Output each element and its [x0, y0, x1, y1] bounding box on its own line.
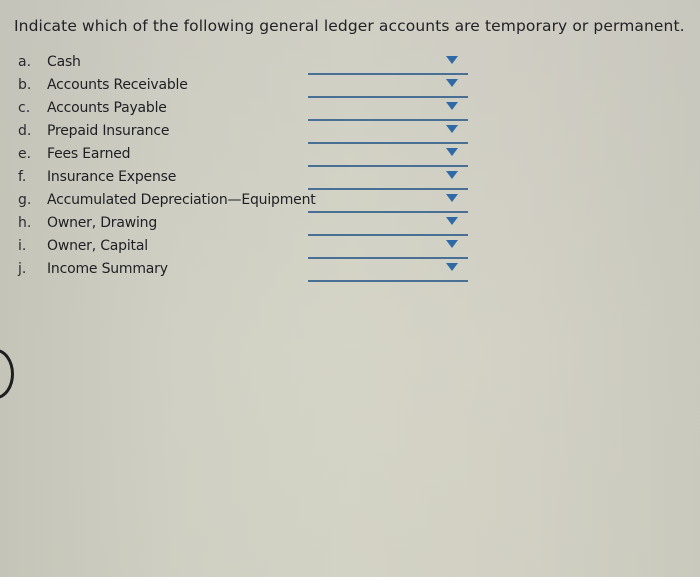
classification-dropdown-e[interactable]	[308, 145, 468, 167]
account-row-f: f. Insurance Expense	[0, 168, 700, 191]
classification-dropdown-c[interactable]	[308, 99, 468, 121]
account-name: Owner, Capital	[47, 238, 148, 254]
dropdown-underline	[308, 165, 468, 167]
account-row-e: e. Fees Earned	[0, 145, 700, 168]
classification-dropdown-i[interactable]	[308, 237, 468, 259]
item-letter: g.	[18, 192, 32, 208]
classification-dropdown-f[interactable]	[308, 168, 468, 190]
item-letter: f.	[18, 169, 27, 185]
classification-dropdown-g[interactable]	[308, 191, 468, 213]
item-letter: d.	[18, 123, 32, 139]
account-row-i: i. Owner, Capital	[0, 237, 700, 260]
account-row-d: d. Prepaid Insurance	[0, 122, 700, 145]
account-row-g: g. Accumulated Depreciation—Equipment	[0, 191, 700, 214]
triangle-down-icon[interactable]	[446, 217, 458, 225]
classification-dropdown-b[interactable]	[308, 76, 468, 98]
item-letter: e.	[18, 146, 32, 162]
account-name: Accounts Receivable	[47, 77, 188, 93]
triangle-down-icon[interactable]	[446, 240, 458, 248]
triangle-down-icon[interactable]	[446, 102, 458, 110]
dropdown-underline	[308, 211, 468, 213]
item-letter: b.	[18, 77, 32, 93]
triangle-down-icon[interactable]	[446, 56, 458, 64]
account-name: Fees Earned	[47, 146, 131, 162]
account-name: Accounts Payable	[47, 100, 167, 116]
item-letter: j.	[18, 261, 27, 277]
triangle-down-icon[interactable]	[446, 171, 458, 179]
triangle-down-icon[interactable]	[446, 194, 458, 202]
question-prompt: Indicate which of the following general …	[14, 17, 685, 35]
dropdown-underline	[308, 280, 468, 282]
dropdown-underline	[308, 234, 468, 236]
triangle-down-icon[interactable]	[446, 79, 458, 87]
item-letter: i.	[18, 238, 27, 254]
account-name: Accumulated Depreciation—Equipment	[47, 192, 316, 208]
triangle-down-icon[interactable]	[446, 263, 458, 271]
account-name: Insurance Expense	[47, 169, 177, 185]
account-row-b: b. Accounts Receivable	[0, 76, 700, 99]
item-letter: c.	[18, 100, 31, 116]
triangle-down-icon[interactable]	[446, 125, 458, 133]
classification-dropdown-a[interactable]	[308, 53, 468, 75]
account-row-j: j. Income Summary	[0, 260, 700, 283]
item-letter: h.	[18, 215, 32, 231]
account-row-c: c. Accounts Payable	[0, 99, 700, 122]
dropdown-underline	[308, 142, 468, 144]
account-row-a: a. Cash	[0, 53, 700, 76]
dropdown-underline	[308, 188, 468, 190]
dropdown-underline	[308, 96, 468, 98]
classification-dropdown-j[interactable]	[308, 260, 468, 282]
account-name: Cash	[47, 54, 81, 70]
account-row-h: h. Owner, Drawing	[0, 214, 700, 237]
dropdown-underline	[308, 73, 468, 75]
dropdown-underline	[308, 119, 468, 121]
account-name: Prepaid Insurance	[47, 123, 170, 139]
account-list: a. Cash b. Accounts Receivable c. Accoun…	[0, 53, 700, 283]
account-name: Owner, Drawing	[47, 215, 158, 231]
item-letter: a.	[18, 54, 32, 70]
triangle-down-icon[interactable]	[446, 148, 458, 156]
classification-dropdown-d[interactable]	[308, 122, 468, 144]
account-name: Income Summary	[47, 261, 168, 277]
dropdown-underline	[308, 257, 468, 259]
classification-dropdown-h[interactable]	[308, 214, 468, 236]
